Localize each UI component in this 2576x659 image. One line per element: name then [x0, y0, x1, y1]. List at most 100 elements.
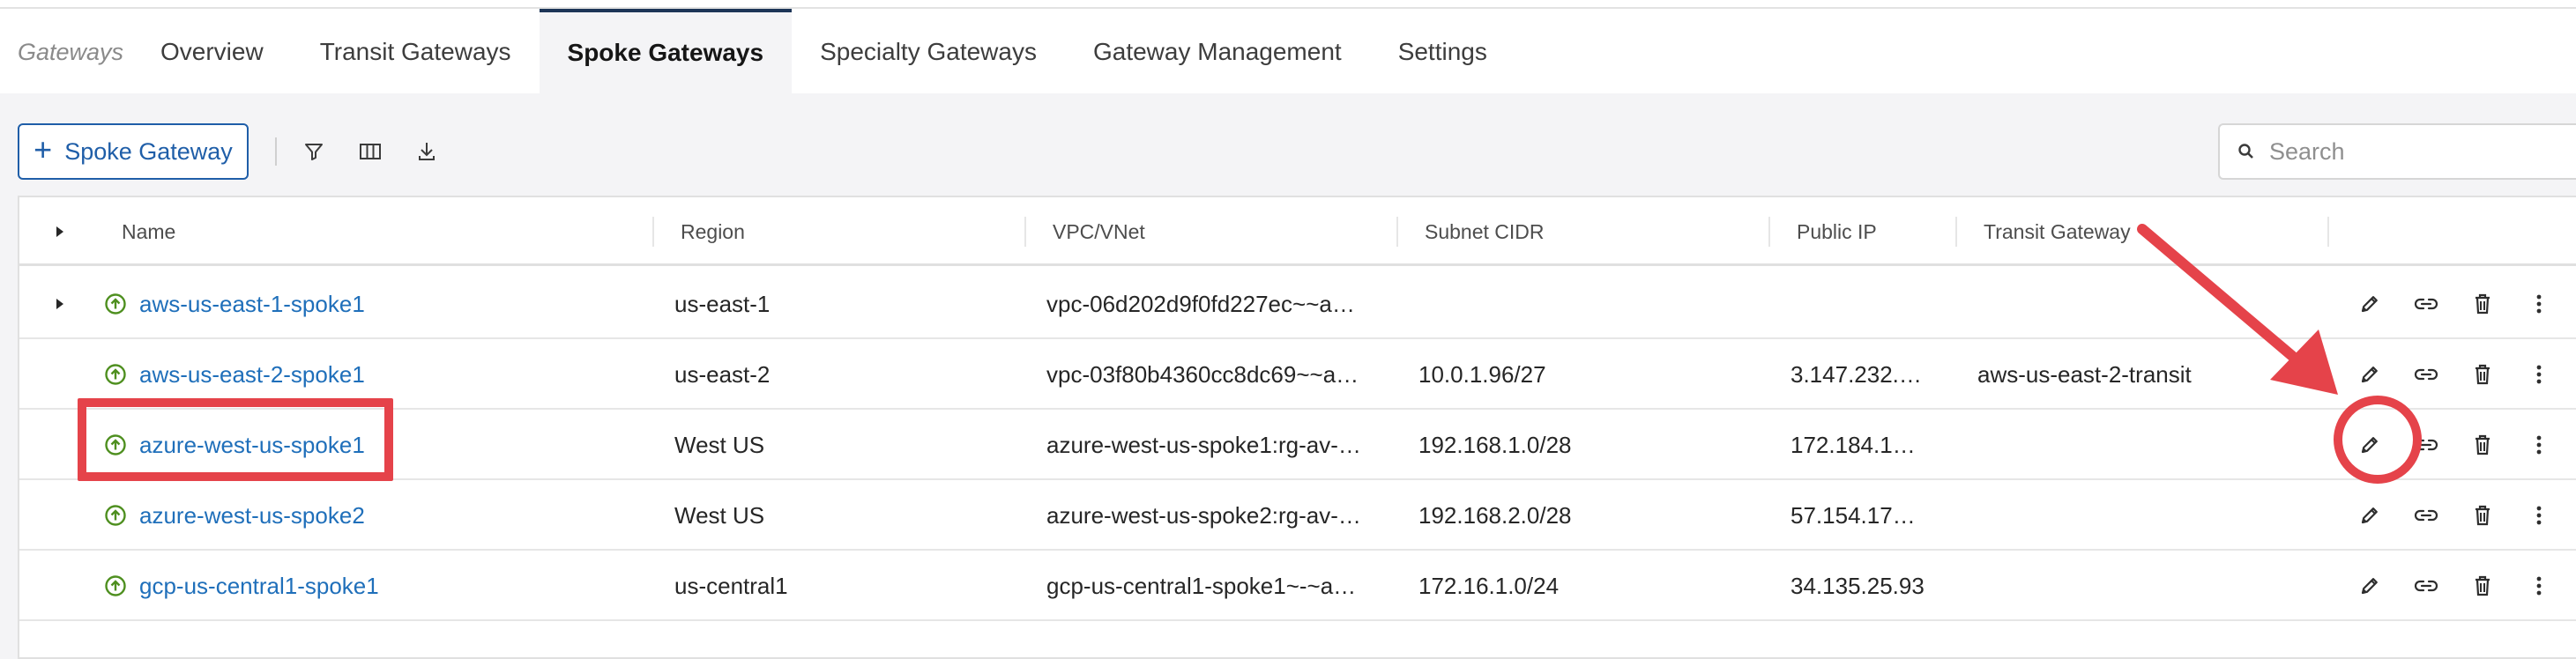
row-actions — [2354, 339, 2576, 410]
cell-subnet: 172.16.1.0/24 — [1418, 572, 1560, 599]
spoke-gateways-table: Name Region VPC/VNet Subnet CIDR Public … — [18, 196, 2576, 659]
delete-icon[interactable] — [2467, 429, 2498, 461]
column-header-public-ip[interactable]: Public IP — [1770, 197, 1957, 266]
cell-region: us-central1 — [674, 572, 788, 599]
section-label: Gateways — [18, 38, 124, 65]
cell-name: gcp-us-central1-spoke1 — [104, 551, 651, 621]
cell-name: azure-west-us-spoke1 — [104, 410, 651, 480]
tab-gateway-management[interactable]: Gateway Management — [1065, 11, 1370, 93]
status-up-icon — [105, 364, 126, 385]
row-actions — [2354, 480, 2576, 551]
cell-transit: aws-us-east-2-transit — [1977, 360, 2192, 388]
tab-spoke-gateways[interactable]: Spoke Gateways — [539, 9, 793, 93]
cell-vpc: azure-west-us-spoke2:rg-av-… — [1046, 501, 1361, 529]
add-spoke-gateway-button[interactable]: + Spoke Gateway — [18, 123, 249, 180]
cell-vpc: vpc-06d202d9f0fd227ec~~a… — [1046, 290, 1355, 317]
gateway-name-link[interactable]: azure-west-us-spoke2 — [139, 502, 365, 529]
cell-public-ip: 34.135.25.93 — [1791, 572, 1925, 599]
search-input[interactable] — [2269, 137, 2576, 166]
cell-subnet: 192.168.1.0/28 — [1418, 431, 1572, 458]
tab-settings[interactable]: Settings — [1370, 11, 1515, 93]
tab-transit-gateways[interactable]: Transit Gateways — [292, 11, 540, 93]
cell-subnet: 192.168.2.0/28 — [1418, 501, 1572, 529]
link-icon[interactable] — [2410, 429, 2442, 461]
cell-region: us-east-1 — [674, 290, 771, 317]
gateway-name-link[interactable]: aws-us-east-2-spoke1 — [139, 361, 365, 389]
cell-name: aws-us-east-1-spoke1 — [104, 269, 651, 339]
plus-icon: + — [34, 131, 53, 167]
link-icon[interactable] — [2410, 288, 2442, 320]
link-icon[interactable] — [2410, 500, 2442, 531]
edit-icon[interactable] — [2354, 570, 2386, 602]
column-header-region[interactable]: Region — [654, 197, 1026, 266]
cell-public-ip: 172.184.1… — [1791, 431, 1916, 458]
column-header-subnet[interactable]: Subnet CIDR — [1398, 197, 1770, 266]
download-icon[interactable] — [411, 136, 443, 167]
toolbar: + Spoke Gateway — [18, 123, 2576, 181]
expand-row-caret-icon[interactable] — [55, 269, 65, 339]
cell-vpc: vpc-03f80b4360cc8dc69~~a… — [1046, 360, 1359, 388]
table-header: Name Region VPC/VNet Subnet CIDR Public … — [19, 197, 2576, 266]
filter-icon[interactable] — [298, 136, 330, 167]
more-icon[interactable] — [2523, 570, 2555, 602]
edit-icon[interactable] — [2354, 288, 2386, 320]
status-up-icon — [105, 505, 126, 526]
cell-vpc: azure-west-us-spoke1:rg-av-… — [1046, 431, 1361, 458]
delete-icon[interactable] — [2467, 359, 2498, 390]
more-icon[interactable] — [2523, 288, 2555, 320]
more-icon[interactable] — [2523, 500, 2555, 531]
cell-region: us-east-2 — [674, 360, 771, 388]
link-icon[interactable] — [2410, 570, 2442, 602]
status-up-icon — [105, 575, 126, 596]
table-row[interactable]: aws-us-east-2-spoke1 us-east-2 vpc-03f80b4… — [19, 339, 2576, 410]
cell-region: West US — [674, 431, 765, 458]
status-up-icon — [105, 434, 126, 455]
search-box[interactable] — [2218, 123, 2576, 180]
cell-region: West US — [674, 501, 765, 529]
cell-transit — [1977, 410, 2330, 480]
column-header-name[interactable]: Name — [78, 197, 654, 266]
cell-name: azure-west-us-spoke2 — [104, 480, 651, 551]
link-icon[interactable] — [2410, 359, 2442, 390]
gateway-name-link[interactable]: aws-us-east-1-spoke1 — [139, 291, 365, 318]
cell-transit — [1977, 269, 2330, 339]
delete-icon[interactable] — [2467, 570, 2498, 602]
edit-icon[interactable] — [2354, 500, 2386, 531]
cell-public-ip — [1791, 269, 1960, 339]
tab-specialty-gateways[interactable]: Specialty Gateways — [792, 11, 1065, 93]
table-row[interactable]: gcp-us-central1-spoke1 us-central1 gcp-us-… — [19, 551, 2576, 621]
expand-all-caret-icon[interactable] — [55, 197, 65, 266]
search-icon — [2238, 144, 2253, 159]
column-header-vpc[interactable]: VPC/VNet — [1026, 197, 1398, 266]
column-header-transit[interactable]: Transit Gateway — [1957, 197, 2329, 266]
cell-transit — [1977, 551, 2330, 621]
table-row[interactable]: azure-west-us-spoke1 West US azure-west-us… — [19, 410, 2576, 480]
cell-subnet: 10.0.1.96/27 — [1418, 360, 1546, 388]
cell-name: aws-us-east-2-spoke1 — [104, 339, 651, 410]
cell-public-ip: 3.147.232.… — [1791, 360, 1922, 388]
cell-vpc: gcp-us-central1-spoke1~-~a… — [1046, 572, 1357, 599]
row-actions — [2354, 269, 2576, 339]
tab-bar: Gateways Overview Transit Gateways Spoke… — [0, 9, 2576, 93]
row-actions — [2354, 410, 2576, 480]
add-spoke-gateway-label: Spoke Gateway — [64, 137, 233, 165]
edit-icon[interactable] — [2354, 359, 2386, 390]
more-icon[interactable] — [2523, 359, 2555, 390]
cell-public-ip: 57.154.17… — [1791, 501, 1916, 529]
delete-icon[interactable] — [2467, 500, 2498, 531]
edit-icon[interactable] — [2354, 429, 2386, 461]
cell-transit — [1977, 480, 2330, 551]
toolbar-divider — [275, 137, 277, 166]
status-up-icon — [105, 293, 126, 315]
gateway-name-link[interactable]: gcp-us-central1-spoke1 — [139, 573, 379, 600]
row-actions — [2354, 551, 2576, 621]
gateway-name-link[interactable]: azure-west-us-spoke1 — [139, 432, 365, 459]
top-border — [0, 0, 2576, 9]
table-row[interactable]: aws-us-east-1-spoke1 us-east-1 vpc-06d202d… — [19, 269, 2576, 339]
tab-overview[interactable]: Overview — [132, 11, 292, 93]
delete-icon[interactable] — [2467, 288, 2498, 320]
more-icon[interactable] — [2523, 429, 2555, 461]
columns-icon[interactable] — [354, 136, 386, 167]
cell-subnet — [1418, 269, 1771, 339]
table-row[interactable]: azure-west-us-spoke2 West US azure-west-us… — [19, 480, 2576, 551]
